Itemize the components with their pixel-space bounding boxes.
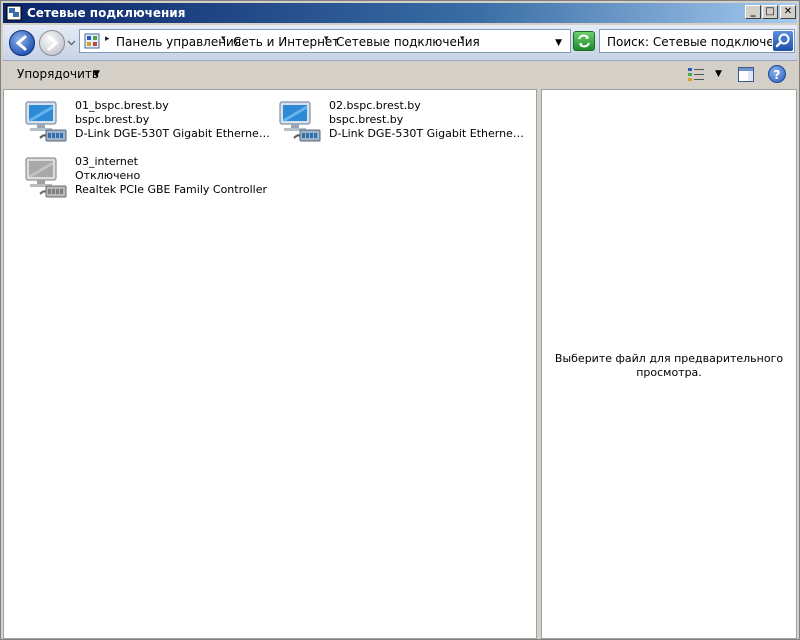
explorer-window: Сетевые подключения _ □ ✕ ▸ Панель управ…	[0, 0, 800, 640]
connection-name: 02.bspc.brest.by	[329, 99, 421, 112]
connection-device: D-Link DGE-530T Gigabit Ethernet Ad...	[75, 127, 270, 140]
breadcrumb-network-connections[interactable]: Сетевые подключения	[336, 35, 480, 49]
connection-status: bspc.brest.by	[75, 113, 150, 126]
connection-name: 01_bspc.brest.by	[75, 99, 169, 112]
breadcrumb-root-chevron-icon[interactable]: ▸	[105, 34, 110, 44]
breadcrumb-chevron-icon[interactable]: ▾	[324, 34, 329, 44]
connection-name: 03_internet	[75, 155, 138, 168]
network-adapter-disabled-icon	[25, 157, 67, 198]
preview-message: Выберите файл для предварительного просм…	[542, 352, 796, 380]
search-icon	[775, 33, 790, 48]
connection-status: bspc.brest.by	[329, 113, 404, 126]
recent-pages-chevron-icon[interactable]	[67, 38, 76, 47]
network-adapter-icon	[25, 101, 67, 142]
refresh-icon	[578, 34, 590, 48]
window-title: Сетевые подключения	[27, 6, 186, 20]
preview-pane: Выберите файл для предварительного просм…	[541, 89, 797, 639]
search-box[interactable]: Поиск: Сетевые подключе...	[599, 29, 795, 53]
close-button[interactable]: ✕	[780, 5, 796, 19]
preview-message-line1: Выберите файл для предварительного	[554, 352, 784, 365]
control-panel-icon	[84, 33, 100, 49]
preview-pane-icon[interactable]	[738, 67, 754, 82]
organize-dropdown-icon[interactable]: ▼	[93, 69, 100, 79]
search-button[interactable]	[773, 31, 793, 51]
minimize-button[interactable]: _	[745, 5, 761, 19]
refresh-button[interactable]	[573, 31, 595, 51]
network-connections-app-icon	[6, 5, 22, 21]
command-bar: Упорядочить ▼ ▼ ?	[3, 62, 797, 88]
back-button[interactable]	[9, 30, 35, 56]
connection-item[interactable]: 03_internet Отключено Realtek PCIe GBE F…	[22, 154, 272, 204]
breadcrumb-chevron-icon[interactable]: ▾	[460, 34, 465, 44]
address-history-dropdown-icon[interactable]: ▼	[555, 38, 562, 48]
title-bar[interactable]: Сетевые подключения _ □ ✕	[3, 3, 797, 23]
connection-device: D-Link DGE-530T Gigabit Ethernet Ad...	[329, 127, 524, 140]
preview-message-line2: просмотра.	[636, 366, 702, 379]
connection-item[interactable]: 02.bspc.brest.by bspc.brest.by D-Link DG…	[276, 98, 526, 148]
navigation-bar: ▸ Панель управления ▾ Сеть и Интернет ▾ …	[3, 25, 797, 61]
connections-list[interactable]: 01_bspc.brest.by bspc.brest.by D-Link DG…	[3, 89, 537, 639]
search-input[interactable]: Поиск: Сетевые подключе...	[607, 35, 772, 49]
connection-item[interactable]: 01_bspc.brest.by bspc.brest.by D-Link DG…	[22, 98, 272, 148]
arrow-right-icon	[47, 35, 59, 51]
maximize-button[interactable]: □	[762, 5, 778, 19]
connection-device: Realtek PCIe GBE Family Controller	[75, 183, 268, 196]
help-button[interactable]: ?	[768, 65, 786, 83]
network-adapter-icon	[279, 101, 321, 142]
connection-status: Отключено	[75, 169, 141, 182]
views-icon[interactable]	[687, 67, 705, 83]
address-bar[interactable]: ▸ Панель управления ▾ Сеть и Интернет ▾ …	[79, 29, 571, 53]
breadcrumb-chevron-icon[interactable]: ▾	[221, 34, 226, 44]
arrow-left-icon	[15, 35, 27, 51]
organize-button[interactable]: Упорядочить	[17, 67, 99, 81]
forward-button[interactable]	[39, 30, 65, 56]
views-dropdown-icon[interactable]: ▼	[715, 69, 722, 79]
